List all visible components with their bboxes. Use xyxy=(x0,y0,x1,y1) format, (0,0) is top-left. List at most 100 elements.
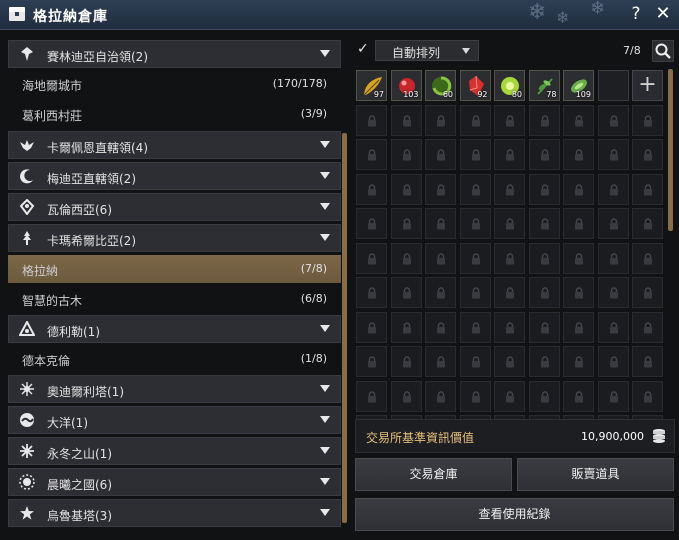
lock-icon xyxy=(471,114,480,126)
triangle-emblem-icon xyxy=(18,319,36,337)
region-header[interactable]: 晨曦之國(6) xyxy=(8,468,341,496)
region-header[interactable]: 卡瑪希爾比亞(2) xyxy=(8,224,341,252)
region-header[interactable]: 梅迪亞直轄領(2) xyxy=(8,162,341,190)
lock-icon xyxy=(609,252,618,264)
region-header[interactable]: 瓦倫西亞(6) xyxy=(8,193,341,221)
town-name: 海地爾城市 xyxy=(22,79,83,93)
town-name: 智慧的古木 xyxy=(22,294,83,308)
chevron-down-icon xyxy=(320,203,330,210)
lock-icon xyxy=(644,321,652,333)
view-log-button[interactable]: 查看使用紀錄 xyxy=(355,498,674,531)
market-value-label: 交易所基準資訊價值 xyxy=(366,431,475,445)
lock-icon xyxy=(471,252,480,264)
region-header[interactable]: 烏魯基塔(3) xyxy=(8,499,341,527)
locked-slot xyxy=(459,104,491,136)
town-item[interactable]: 格拉納 (7/8) xyxy=(8,255,341,283)
region-name: 烏魯基塔(3) xyxy=(47,509,112,523)
market-storage-button[interactable]: 交易倉庫 xyxy=(355,458,512,491)
lock-icon xyxy=(644,183,652,195)
lock-icon xyxy=(644,390,652,402)
auto-sort-dropdown[interactable]: 自動排列 xyxy=(375,40,479,61)
lock-icon xyxy=(402,390,411,402)
locked-slot xyxy=(528,173,560,205)
item-slot[interactable]: 60 xyxy=(425,70,456,101)
lock-icon xyxy=(471,149,480,161)
auto-sort-label: 自動排列 xyxy=(392,46,441,60)
snowflake-emblem-icon xyxy=(19,443,35,459)
locked-slot xyxy=(632,380,663,412)
town-item[interactable]: 葛利西村莊 (3/9) xyxy=(8,100,341,128)
locked-slot xyxy=(528,346,560,377)
locked-slot xyxy=(632,208,663,239)
town-item[interactable]: 德本克倫 (1/8) xyxy=(8,345,341,373)
region-header[interactable]: 德利勒(1) xyxy=(8,315,341,343)
item-quantity: 109 xyxy=(575,90,591,99)
item-slot[interactable]: 92 xyxy=(459,70,491,101)
lock-icon xyxy=(368,252,376,264)
chest-icon xyxy=(9,7,25,21)
region-header[interactable]: 永冬之山(1) xyxy=(8,437,341,465)
locked-slot xyxy=(528,242,560,274)
item-slot[interactable]: 80 xyxy=(494,70,525,101)
town-item[interactable]: 海地爾城市 (170/178) xyxy=(8,70,341,98)
locked-slot xyxy=(356,277,387,308)
locked-slot xyxy=(632,346,663,377)
sell-items-button[interactable]: 販賣道具 xyxy=(517,458,674,491)
lock-icon xyxy=(368,321,376,333)
item-slot[interactable]: 97 xyxy=(356,70,387,101)
region-name: 卡瑪希爾比亞(2) xyxy=(47,234,136,248)
locked-slot xyxy=(597,139,629,170)
item-slot[interactable]: 103 xyxy=(390,70,422,101)
locked-slot xyxy=(356,311,387,343)
silver-coins-icon xyxy=(653,429,665,443)
town-slot-count: (6/8) xyxy=(300,292,327,305)
lock-icon xyxy=(368,218,376,230)
lock-icon xyxy=(575,114,583,126)
region-name: 賽林迪亞自治領(2) xyxy=(47,50,148,64)
locked-slot xyxy=(356,139,387,170)
region-list-scrollbar[interactable] xyxy=(342,133,347,523)
chevron-down-icon xyxy=(320,478,330,485)
item-slot[interactable]: 78 xyxy=(528,70,560,101)
locked-slot xyxy=(597,311,629,343)
locked-slot xyxy=(563,311,594,343)
locked-slot xyxy=(356,173,387,205)
search-button[interactable] xyxy=(652,40,674,62)
locked-slot xyxy=(563,208,594,239)
item-quantity: 92 xyxy=(477,90,488,99)
town-slot-count: (1/8) xyxy=(300,352,327,365)
locked-slot xyxy=(425,277,456,308)
lock-icon xyxy=(609,287,618,299)
lock-icon xyxy=(471,390,480,402)
locked-slot xyxy=(494,311,525,343)
chevron-down-icon xyxy=(320,509,330,516)
region-name: 瓦倫西亞(6) xyxy=(47,203,112,217)
auto-sort-checkbox[interactable]: ✓ xyxy=(357,41,375,59)
item-grid-scrollbar[interactable] xyxy=(668,69,673,231)
region-name: 大洋(1) xyxy=(47,416,88,430)
help-button[interactable]: ? xyxy=(627,4,645,24)
lock-icon xyxy=(644,252,652,264)
lock-icon xyxy=(575,149,583,161)
chevron-down-icon xyxy=(462,48,470,54)
locked-slot xyxy=(597,173,629,205)
locked-slot xyxy=(425,173,456,205)
empty-slot[interactable] xyxy=(597,70,629,101)
lock-icon xyxy=(402,287,411,299)
lock-icon xyxy=(437,114,445,126)
close-button[interactable]: ✕ xyxy=(653,3,673,25)
locked-slot xyxy=(494,173,525,205)
item-slot[interactable]: 109 xyxy=(563,70,594,101)
locked-slot xyxy=(528,139,560,170)
region-header[interactable]: 奧迪爾利塔(1) xyxy=(8,375,341,403)
item-quantity: 80 xyxy=(511,90,522,99)
expand-slots-button[interactable]: + xyxy=(632,70,663,101)
town-item[interactable]: 智慧的古木 (6/8) xyxy=(8,285,341,313)
market-value-bar: 交易所基準資訊價值 10,900,000 xyxy=(355,419,675,453)
region-header[interactable]: 卡爾佩恩直轄領(4) xyxy=(8,131,341,159)
locked-slot xyxy=(356,208,387,239)
region-header[interactable]: 賽林迪亞自治領(2) xyxy=(8,40,341,68)
window-title: 格拉納倉庫 xyxy=(33,9,108,25)
lock-icon xyxy=(540,252,549,264)
region-header[interactable]: 大洋(1) xyxy=(8,406,341,434)
